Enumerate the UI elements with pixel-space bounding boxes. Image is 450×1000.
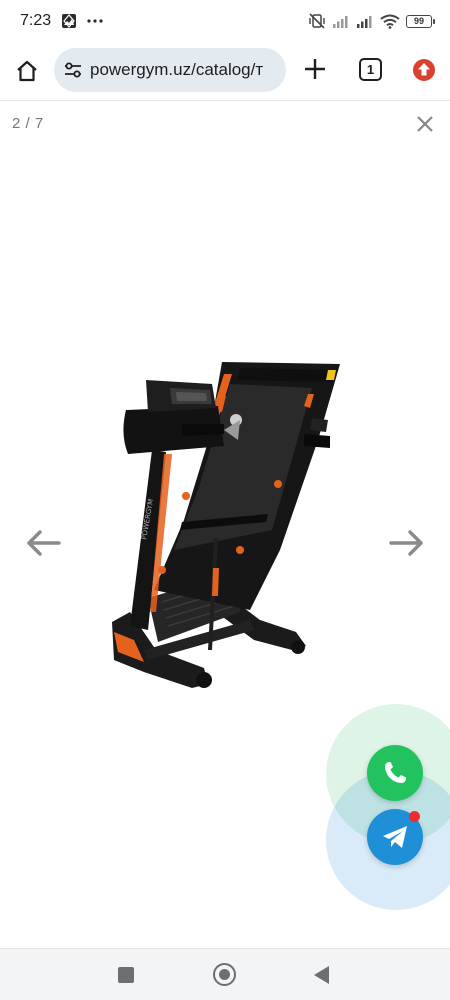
close-icon[interactable]: [414, 113, 436, 135]
tabs-icon[interactable]: 1: [359, 58, 382, 81]
wifi-icon: [380, 14, 400, 29]
telegram-icon: [383, 826, 407, 848]
toolbar-divider: [0, 100, 450, 101]
home-circle-icon[interactable]: [213, 963, 236, 986]
more-dots-icon: [87, 19, 103, 23]
signal-icon: [333, 16, 348, 28]
signal-icon: [357, 16, 372, 28]
url-bar[interactable]: powergym.uz/catalog/т: [54, 48, 286, 92]
status-bar: 7:23 99: [0, 0, 450, 42]
browser-toolbar: powergym.uz/catalog/т 1: [0, 42, 450, 100]
status-left: 7:23: [20, 12, 103, 30]
url-text[interactable]: powergym.uz/catalog/т: [90, 60, 263, 80]
product-image: POWERGYM: [112, 362, 340, 688]
site-settings-icon[interactable]: [63, 61, 83, 79]
status-right: 99: [308, 13, 435, 29]
back-icon[interactable]: [314, 966, 329, 984]
whatsapp-icon: [385, 762, 406, 783]
home-button[interactable]: [12, 56, 42, 86]
notification-dot: [409, 811, 420, 822]
image-counter: 2 / 7: [12, 115, 44, 132]
navigation-bar: [0, 948, 450, 1000]
plus-icon[interactable]: [302, 56, 328, 82]
update-icon[interactable]: [412, 58, 436, 82]
arrow-left-icon[interactable]: [24, 528, 62, 558]
status-time: 7:23: [20, 12, 52, 29]
whatsapp-button[interactable]: [367, 745, 423, 801]
arrow-right-icon[interactable]: [388, 528, 426, 558]
home-icon: [17, 60, 37, 82]
vibrate-off-icon: [309, 13, 325, 29]
gallery-icon: [62, 14, 77, 28]
recent-apps-icon[interactable]: [118, 967, 134, 983]
battery-icon: 99: [406, 14, 435, 28]
